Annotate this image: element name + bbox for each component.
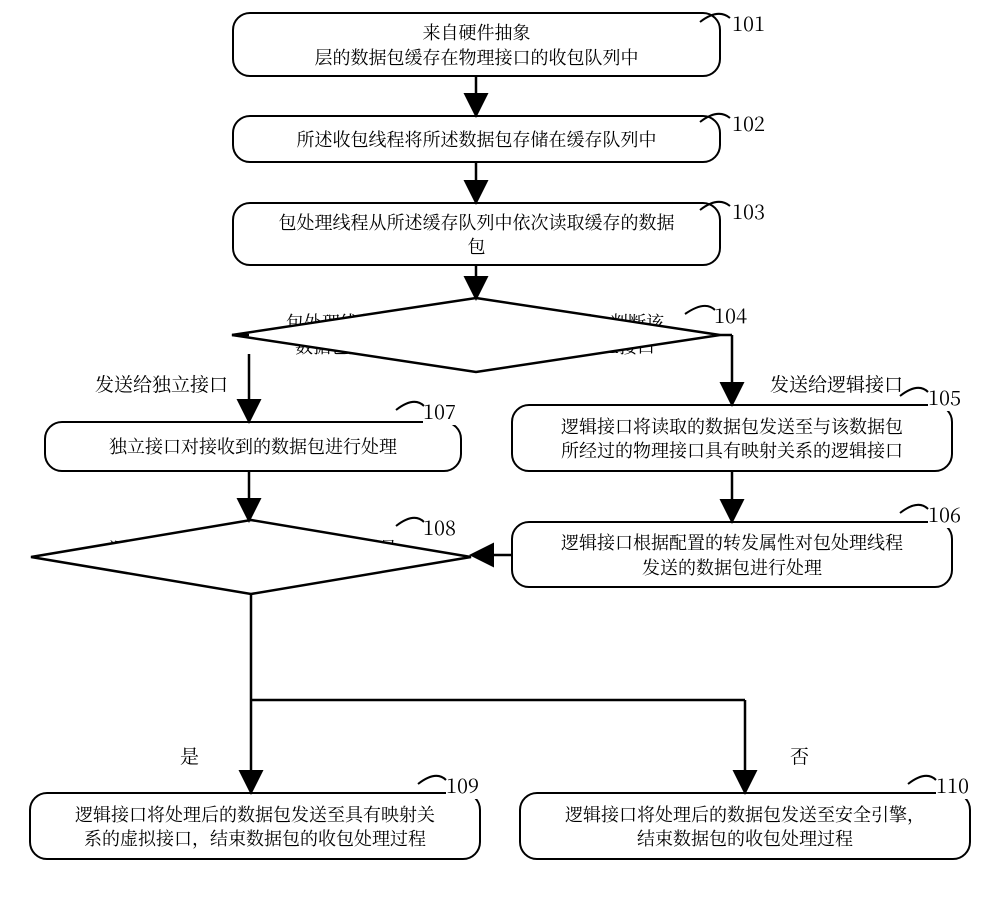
step-101: 来自硬件抽象层的数据包缓存在物理接口的收包队列中 <box>232 12 721 77</box>
step-106: 逻辑接口根据配置的转发属性对包处理线程发送的数据包进行处理 <box>511 521 953 588</box>
step-107: 独立接口对接收到的数据包进行处理 <box>44 421 462 472</box>
step-110-text: 逻辑接口将处理后的数据包发送至安全引擎，结束数据包的收包处理过程 <box>565 802 925 851</box>
step-109-text: 逻辑接口将处理后的数据包发送至具有映射关系的虚拟接口，结束数据包的收包处理过程 <box>75 802 435 851</box>
label-105: 105 <box>928 382 961 411</box>
decision-104-text: 包处理线程对读取出的数据包进行识别，判断该数据包是发送至逻辑接口还是发送至独立接… <box>255 310 695 359</box>
step-109: 逻辑接口将处理后的数据包发送至具有映射关系的虚拟接口，结束数据包的收包处理过程 <box>29 792 481 860</box>
label-109: 109 <box>446 770 479 799</box>
edge-label-to105: 发送给逻辑接口 <box>770 370 903 397</box>
step-110: 逻辑接口将处理后的数据包发送至安全引擎，结束数据包的收包处理过程 <box>519 792 971 860</box>
edge-label-to107: 发送给独立接口 <box>95 370 228 397</box>
step-101-text: 来自硬件抽象层的数据包缓存在物理接口的收包队列中 <box>315 20 639 69</box>
edge-label-yes: 是 <box>180 742 199 769</box>
edge-label-no: 否 <box>790 742 809 769</box>
label-101: 101 <box>732 8 765 37</box>
label-106: 106 <box>928 499 961 528</box>
step-103-text: 包处理线程从所述缓存队列中依次读取缓存的数据包 <box>279 210 675 259</box>
label-102: 102 <box>732 108 765 137</box>
step-102: 所述收包线程将所述数据包存储在缓存队列中 <box>232 115 721 163</box>
label-104: 104 <box>714 300 747 329</box>
step-105-text: 逻辑接口将读取的数据包发送至与该数据包所经过的物理接口具有映射关系的逻辑接口 <box>561 414 903 463</box>
step-105: 逻辑接口将读取的数据包发送至与该数据包所经过的物理接口具有映射关系的逻辑接口 <box>511 404 953 472</box>
step-102-text: 所述收包线程将所述数据包存储在缓存队列中 <box>297 127 657 151</box>
label-108: 108 <box>423 512 456 541</box>
step-106-text: 逻辑接口根据配置的转发属性对包处理线程发送的数据包进行处理 <box>561 530 903 579</box>
decision-108-text: 逻辑接口判断处理后的数据包是否是本地数据 <box>90 536 416 585</box>
step-107-text: 独立接口对接收到的数据包进行处理 <box>109 434 397 458</box>
step-103: 包处理线程从所述缓存队列中依次读取缓存的数据包 <box>232 202 721 266</box>
label-103: 103 <box>732 196 765 225</box>
label-107: 107 <box>423 396 456 425</box>
label-110: 110 <box>936 770 969 799</box>
